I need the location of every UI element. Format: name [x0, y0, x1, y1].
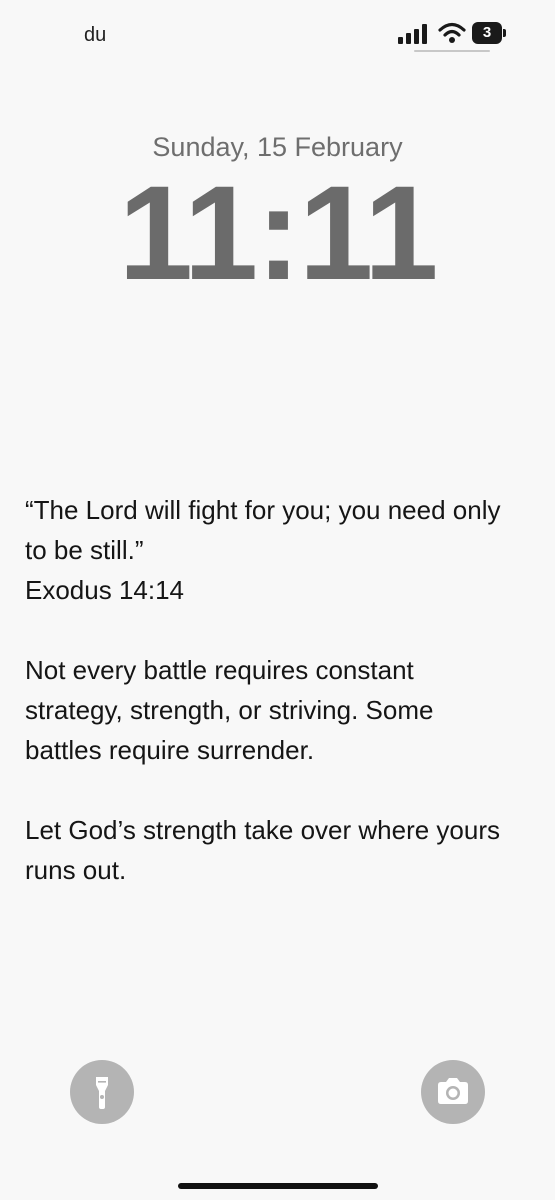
wifi-icon	[438, 22, 466, 43]
lock-time: 11:11	[118, 159, 439, 308]
status-bar: du 3	[0, 0, 555, 70]
carrier-name: du	[84, 24, 107, 46]
home-indicator[interactable]	[178, 1183, 378, 1189]
quote-line: “The Lord will fight for you; you need o…	[25, 495, 501, 525]
signal-icon	[398, 24, 427, 44]
status-underline	[414, 50, 490, 52]
camera-icon	[438, 1078, 468, 1104]
battery-icon: 3	[472, 22, 508, 44]
battery-tip	[503, 29, 506, 37]
flashlight-icon	[96, 1077, 108, 1109]
flashlight-button[interactable]	[70, 1060, 134, 1124]
wallpaper-text: “The Lord will fight for you; you need o…	[25, 490, 550, 890]
quote-line: to be still.”	[25, 535, 144, 565]
paragraph-line: strategy, strength, or striving. Some	[25, 695, 434, 725]
paragraph-line: battles require surrender.	[25, 735, 315, 765]
paragraph-line: runs out.	[25, 855, 127, 885]
verse-reference: Exodus 14:14	[25, 575, 185, 605]
camera-button[interactable]	[421, 1060, 485, 1124]
paragraph-line: Let God’s strength take over where yours	[25, 815, 500, 845]
battery-level: 3	[472, 22, 502, 44]
paragraph-line: Not every battle requires constant	[25, 655, 414, 685]
